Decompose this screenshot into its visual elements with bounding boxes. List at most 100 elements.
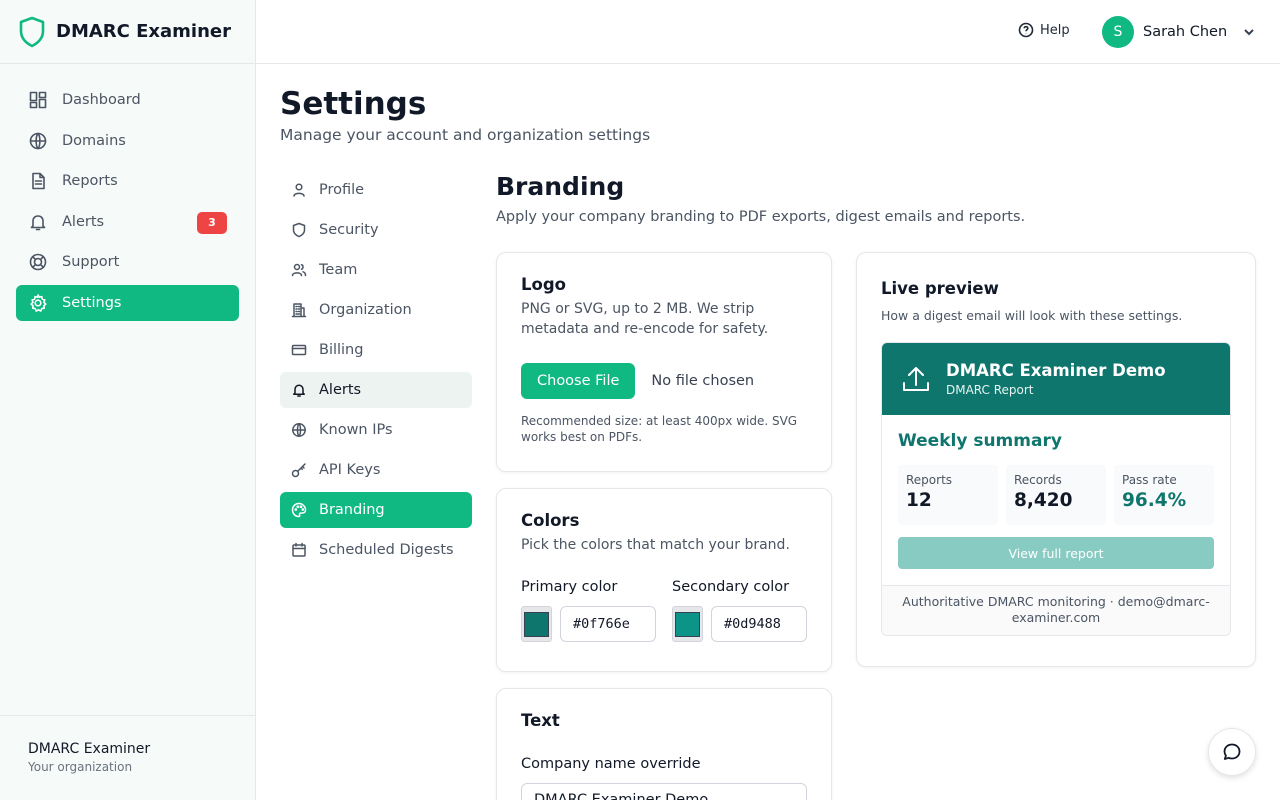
settings-tab-label: Team	[319, 262, 358, 278]
email-body: Weekly summary Reports 12 Records 8,420 …	[882, 415, 1230, 586]
credit-card-icon	[291, 344, 307, 356]
settings-tab-label: Alerts	[319, 382, 362, 398]
settings-tab-label: Known IPs	[319, 422, 393, 438]
section-subtitle: Apply your company branding to PDF expor…	[496, 209, 1026, 225]
settings-tab-scheduled-digests[interactable]: Scheduled Digests	[280, 532, 472, 568]
sidebar-item-alerts[interactable]: Alerts 3	[16, 204, 239, 240]
choose-file-button[interactable]: Choose File	[521, 363, 636, 399]
sidebar-item-dashboard[interactable]: Dashboard	[16, 82, 239, 118]
user-menu[interactable]: S Sarah Chen	[1102, 16, 1256, 48]
stat-label: Reports	[906, 473, 953, 487]
card-description: PNG or SVG, up to 2 MB. We strip metadat…	[521, 301, 769, 337]
settings-tab-label: API Keys	[319, 462, 381, 478]
primary-color-label: Primary color	[521, 579, 618, 595]
organization-switcher[interactable]: DMARC Examiner Your organization	[0, 715, 255, 800]
settings-tab-organization[interactable]: Organization	[280, 292, 472, 328]
colors-card: Colors Pick the colors that match your b…	[496, 488, 832, 672]
globe-icon	[292, 423, 306, 437]
secondary-color-input[interactable]: #0d9488	[711, 606, 807, 642]
stat-label: Records	[1014, 473, 1062, 487]
settings-tab-label: Security	[319, 222, 379, 238]
settings-tab-label: Branding	[319, 502, 385, 518]
org-name: DMARC Examiner	[28, 741, 151, 757]
settings-tab-label: Scheduled Digests	[319, 542, 454, 558]
settings-tab-api-keys[interactable]: API Keys	[280, 452, 472, 488]
card-title: Text	[521, 711, 560, 730]
stat-records: Records 8,420	[1006, 465, 1106, 525]
card-title: Live preview	[881, 279, 999, 298]
primary-color-input[interactable]: #0f766e	[560, 606, 656, 642]
lifebuoy-icon	[29, 254, 47, 271]
document-icon	[32, 172, 45, 190]
view-full-report-button[interactable]: View full report	[898, 537, 1214, 569]
stat-label: Pass rate	[1122, 473, 1177, 487]
bell-icon	[293, 384, 305, 397]
sidebar-item-domains[interactable]: Domains	[16, 123, 239, 159]
secondary-color-label: Secondary color	[672, 579, 790, 595]
color-fields: Primary color #0f766e Secondary color #0…	[521, 579, 807, 642]
settings-tab-security[interactable]: Security	[280, 212, 472, 248]
card-description: Pick the colors that match your brand.	[521, 537, 790, 553]
settings-tab-team[interactable]: Team	[280, 252, 472, 288]
settings-tab-label: Profile	[319, 182, 365, 198]
stat-value: 96.4%	[1122, 490, 1187, 511]
logo-file-input[interactable]: Choose File No file chosen	[521, 363, 807, 399]
top-bar: Help S Sarah Chen	[256, 0, 1280, 64]
shield-logo-icon	[18, 16, 46, 48]
chevron-down-icon	[1244, 29, 1254, 36]
secondary-color-picker[interactable]	[672, 606, 703, 642]
settings-tab-branding[interactable]: Branding	[280, 492, 472, 528]
summary-stats: Reports 12 Records 8,420 Pass rate 96.4%	[898, 465, 1214, 525]
logo-hint: Recommended size: at least 400px wide. S…	[521, 414, 798, 444]
help-label: Help	[1040, 22, 1070, 38]
page-subtitle: Manage your account and organization set…	[280, 126, 651, 144]
settings-tab-label: Organization	[319, 302, 412, 318]
sidebar-item-settings[interactable]: Settings	[16, 284, 239, 321]
file-status: No file chosen	[651, 373, 755, 389]
stat-value: 12	[906, 490, 932, 511]
brand[interactable]: DMARC Examiner	[0, 0, 255, 64]
sidebar-item-label: Support	[62, 254, 120, 271]
settings-tab-known-ips[interactable]: Known IPs	[280, 412, 472, 448]
page-title: Settings	[280, 86, 427, 122]
settings-tab-alerts[interactable]: Alerts	[280, 372, 472, 408]
sidebar-item-support[interactable]: Support	[16, 244, 239, 280]
email-preview: DMARC Examiner Demo DMARC Report Weekly …	[881, 342, 1231, 636]
primary-color-field: Primary color #0f766e	[521, 579, 656, 642]
help-link[interactable]: Help	[1018, 22, 1070, 38]
company-name-input[interactable]: DMARC Examiner Demo	[521, 783, 807, 800]
settings-nav: Profile Security Team Organization Billi…	[280, 172, 472, 572]
gear-icon	[30, 294, 47, 312]
bell-icon	[30, 214, 46, 231]
card-description: How a digest email will look with these …	[881, 308, 1183, 323]
upload-icon	[903, 367, 929, 391]
email-title: DMARC Examiner Demo	[946, 361, 1166, 380]
chat-bubble-icon	[1223, 743, 1241, 760]
help-circle-icon	[1018, 22, 1034, 38]
summary-title: Weekly summary	[898, 431, 1062, 451]
stat-value: 8,420	[1014, 490, 1073, 511]
sidebar-item-label: Alerts	[62, 213, 105, 230]
palette-icon	[291, 502, 307, 518]
live-preview-card: Live preview How a digest email will loo…	[856, 252, 1256, 667]
settings-tab-profile[interactable]: Profile	[280, 172, 472, 208]
app-name: DMARC Examiner	[56, 21, 231, 42]
company-name-label: Company name override	[521, 756, 701, 772]
primary-color-picker[interactable]	[521, 606, 552, 642]
sidebar-item-reports[interactable]: Reports	[16, 163, 239, 199]
chat-button[interactable]	[1208, 728, 1256, 776]
section-title: Branding	[496, 172, 625, 201]
email-subtitle: DMARC Report	[946, 383, 1034, 397]
alerts-count-badge: 3	[197, 211, 227, 234]
main-nav: Dashboard Domains Reports Alerts 3 Suppo…	[0, 64, 255, 344]
email-footer: Authoritative DMARC monitoring · demo@dm…	[882, 586, 1230, 635]
card-title: Logo	[521, 275, 566, 294]
card-title: Colors	[521, 511, 580, 530]
sidebar: DMARC Examiner Dashboard Domains Reports…	[0, 0, 256, 800]
settings-tab-billing[interactable]: Billing	[280, 332, 472, 368]
key-icon	[291, 463, 306, 478]
primary-color-swatch	[524, 611, 549, 637]
calendar-icon	[292, 542, 306, 557]
users-icon	[291, 263, 307, 277]
sidebar-item-label: Settings	[62, 294, 122, 311]
